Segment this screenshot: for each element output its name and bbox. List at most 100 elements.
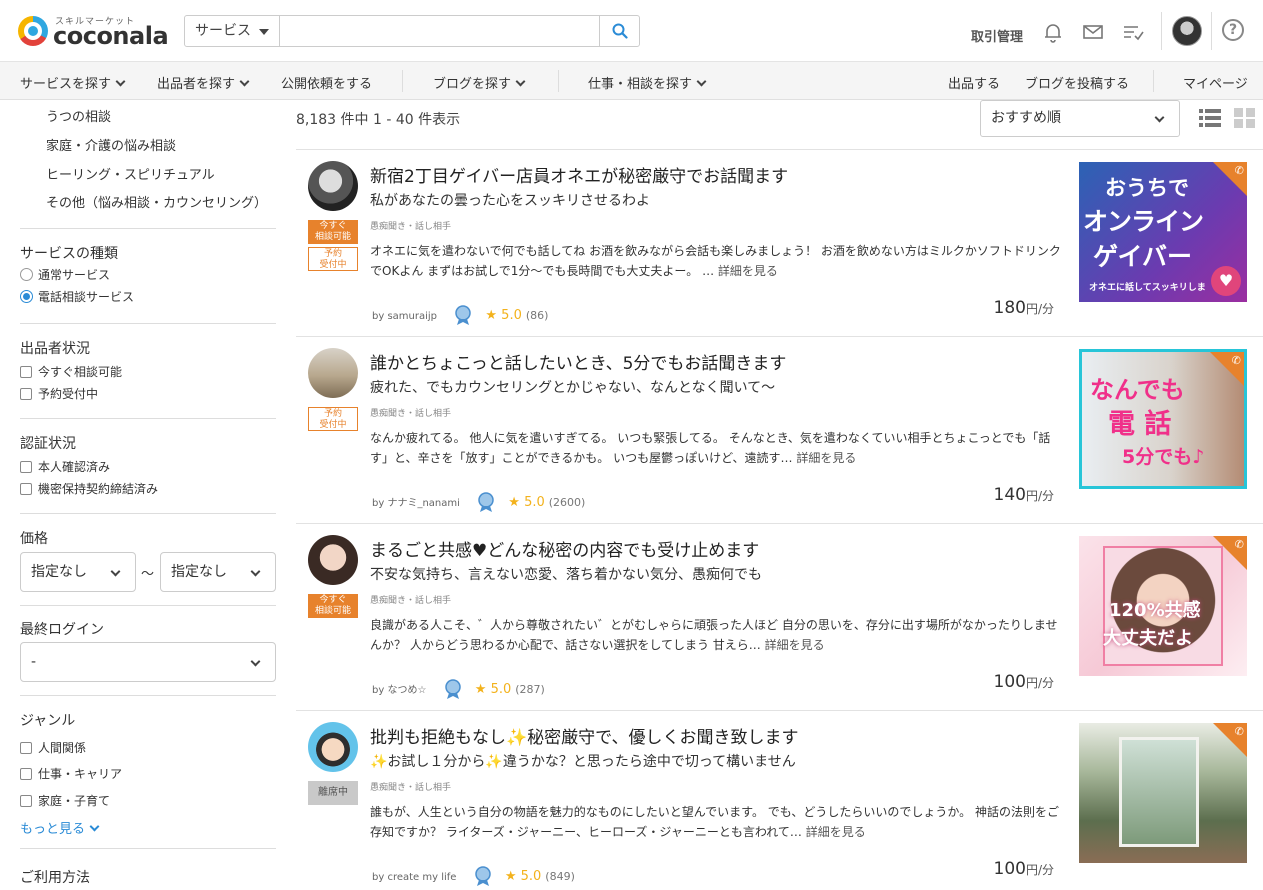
chevron-down-icon <box>89 821 100 832</box>
checkbox-icon <box>20 388 32 400</box>
seller-avatar[interactable] <box>308 348 358 398</box>
search-button[interactable] <box>599 16 639 46</box>
seller-name[interactable]: by ナナミ_nanami <box>372 498 460 509</box>
verification-heading: 認証状況 <box>20 436 76 452</box>
rating-stars: ★ 5.0 <box>504 869 542 884</box>
genre-family-checkbox[interactable]: 家庭・子育て <box>20 792 110 809</box>
nav-sell[interactable]: 出品する <box>948 73 1000 92</box>
radio-icon <box>20 268 33 281</box>
listing-title[interactable]: 誰かとちょこっと話したいとき、5分でもお話聞きます <box>370 349 786 374</box>
mail-icon[interactable] <box>1081 20 1105 44</box>
seller-rank-medal-icon <box>478 492 494 512</box>
listing-thumbnail[interactable]: ✆ <box>1079 723 1247 863</box>
seller-name[interactable]: by create my life <box>372 872 456 883</box>
sort-order-select[interactable]: おすすめ順 <box>980 100 1180 137</box>
rating-count: (849) <box>545 870 575 883</box>
chevron-down-icon <box>515 76 526 87</box>
listing-category[interactable]: 愚痴聞き・話し相手 <box>370 219 451 232</box>
coconala-logo[interactable]: スキルマーケット coconala <box>18 14 169 50</box>
rating-stars: ★ 5.0 <box>485 308 522 323</box>
price-range-separator: 〜 <box>141 567 155 582</box>
phone-icon: ✆ <box>1234 164 1244 177</box>
listing-description: オネエに気を遣わないで何でも話してね お酒を飲みながら会話も楽しみましょう！ お… <box>370 244 1061 278</box>
phone-icon: ✆ <box>1234 725 1244 738</box>
checkbox-icon <box>20 366 32 378</box>
seller-name[interactable]: by なつめ☆ <box>372 685 426 696</box>
service-listing[interactable]: 予約 受付中 誰かとちょこっと話したいとき、5分でもお話聞きます 疲れた、でもカウ… <box>296 336 1263 523</box>
genre-show-more-link[interactable]: もっと見る <box>20 818 100 837</box>
service-listing[interactable]: 離席中 批判も拒絶もなし✨秘密厳守で、優しくお聞き致します ✨お試し１分から✨違… <box>296 710 1263 890</box>
filter-identity-verified-checkbox[interactable]: 本人確認済み <box>20 458 110 475</box>
search-input[interactable] <box>281 16 599 46</box>
usage-heading: ご利用方法 <box>20 870 90 886</box>
filter-available-now-checkbox[interactable]: 今すぐ相談可能 <box>20 363 122 380</box>
price-max-select[interactable]: 指定なし <box>160 552 276 592</box>
service-type-normal-radio[interactable]: 通常サービス <box>20 266 110 283</box>
nav-post-blog[interactable]: ブログを投稿する <box>1025 73 1129 92</box>
seller-avatar[interactable] <box>308 535 358 585</box>
search-icon <box>612 23 628 39</box>
listing-title[interactable]: まるごと共感♥どんな秘密の内容でも受け止めます <box>370 536 759 561</box>
task-list-icon[interactable] <box>1121 20 1145 44</box>
genre-relationships-checkbox[interactable]: 人間関係 <box>20 739 86 756</box>
details-link[interactable]: 詳細を見る <box>806 825 866 839</box>
nav-post-request[interactable]: 公開依頼をする <box>281 73 372 92</box>
listing-category[interactable]: 愚痴聞き・話し相手 <box>370 780 451 793</box>
nav-find-sellers[interactable]: 出品者を探す <box>157 73 250 92</box>
category-link[interactable]: うつの相談 <box>46 106 111 125</box>
service-listing[interactable]: 今すぐ 相談可能 まるごと共感♥どんな秘密の内容でも受け止めます 不安な気持ち、言… <box>296 523 1263 710</box>
details-link[interactable]: 詳細を見る <box>796 451 856 465</box>
chevron-down-icon <box>115 76 126 87</box>
genre-heading: ジャンル <box>20 713 76 729</box>
help-icon[interactable]: ? <box>1222 19 1244 41</box>
reservation-badge: 予約 受付中 <box>308 247 358 271</box>
nav-find-jobs[interactable]: 仕事・相談を探す <box>588 73 707 92</box>
service-type-phone-radio[interactable]: 電話相談サービス <box>20 288 134 305</box>
listing-category[interactable]: 愚痴聞き・話し相手 <box>370 593 451 606</box>
seller-avatar[interactable] <box>308 161 358 211</box>
service-listing[interactable]: 今すぐ 相談可能 予約 受付中 新宿2丁目ゲイバー店員オネエが秘密厳守でお話聞ます … <box>296 149 1263 336</box>
category-link[interactable]: ヒーリング・スピリチュアル <box>46 164 215 183</box>
last-login-select[interactable]: - <box>20 642 276 682</box>
search-bar: サービス <box>184 15 640 47</box>
filter-nda-checkbox[interactable]: 機密保持契約締結済み <box>20 480 158 497</box>
listing-subtitle: ✨お試し１分から✨違うかな？と思ったら途中で切って構いません <box>370 754 796 770</box>
price-heading: 価格 <box>20 531 48 547</box>
result-count: 8,183 件中 1 - 40 件表示 <box>296 112 461 128</box>
listing-thumbnail[interactable]: 120%共感 大丈夫だよ ✆ <box>1079 536 1247 676</box>
listing-title[interactable]: 批判も拒絶もなし✨秘密厳守で、優しくお聞き致します <box>370 723 799 748</box>
listing-title[interactable]: 新宿2丁目ゲイバー店員オネエが秘密厳守でお話聞ます <box>370 162 788 187</box>
list-view-icon[interactable] <box>1199 108 1221 128</box>
nav-find-blogs[interactable]: ブログを探す <box>433 73 526 92</box>
listing-price: 100円/分 <box>993 672 1055 692</box>
chevron-down-icon <box>239 76 250 87</box>
grid-view-icon[interactable] <box>1234 108 1256 128</box>
main-navigation: サービスを探す 出品者を探す 公開依頼をする ブログを探す 仕事・相談を探す 出… <box>0 62 1263 100</box>
nav-mypage[interactable]: マイページ <box>1183 73 1248 92</box>
filter-reservation-checkbox[interactable]: 予約受付中 <box>20 385 98 402</box>
genre-career-checkbox[interactable]: 仕事・キャリア <box>20 765 122 782</box>
details-link[interactable]: 詳細を見る <box>718 264 778 278</box>
details-link[interactable]: 詳細を見る <box>765 638 825 652</box>
price-min-select[interactable]: 指定なし <box>20 552 136 592</box>
listing-thumbnail[interactable]: おうちで オンライン ゲイバー オネエに話してスッキリしま ♥ ✆ <box>1079 162 1247 302</box>
seller-name[interactable]: by samuraijp <box>372 311 437 322</box>
listing-subtitle: 私があなたの曇った心をスッキリさせるわよ <box>370 193 650 209</box>
checkbox-icon <box>20 795 32 807</box>
bell-icon[interactable] <box>1041 20 1065 44</box>
transaction-management-link[interactable]: 取引管理 <box>971 26 1023 45</box>
seller-avatar[interactable] <box>308 722 358 772</box>
phone-icon: ✆ <box>1231 354 1241 367</box>
seller-rank-medal-icon <box>455 305 471 325</box>
search-category-select[interactable]: サービス <box>185 16 280 46</box>
service-type-heading: サービスの種類 <box>20 246 118 262</box>
category-link[interactable]: 家庭・介護の悩み相談 <box>46 135 176 154</box>
nav-find-services[interactable]: サービスを探す <box>20 73 126 92</box>
listing-category[interactable]: 愚痴聞き・話し相手 <box>370 406 451 419</box>
seller-rank-medal-icon <box>474 866 491 886</box>
category-link[interactable]: その他（悩み相談・カウンセリング） <box>46 192 267 211</box>
checkbox-icon <box>20 461 32 473</box>
listing-price: 180円/分 <box>993 298 1055 318</box>
user-avatar[interactable] <box>1172 16 1202 46</box>
listing-thumbnail[interactable]: なんでも 電 話 5分でも♪ ✆ <box>1079 349 1247 489</box>
